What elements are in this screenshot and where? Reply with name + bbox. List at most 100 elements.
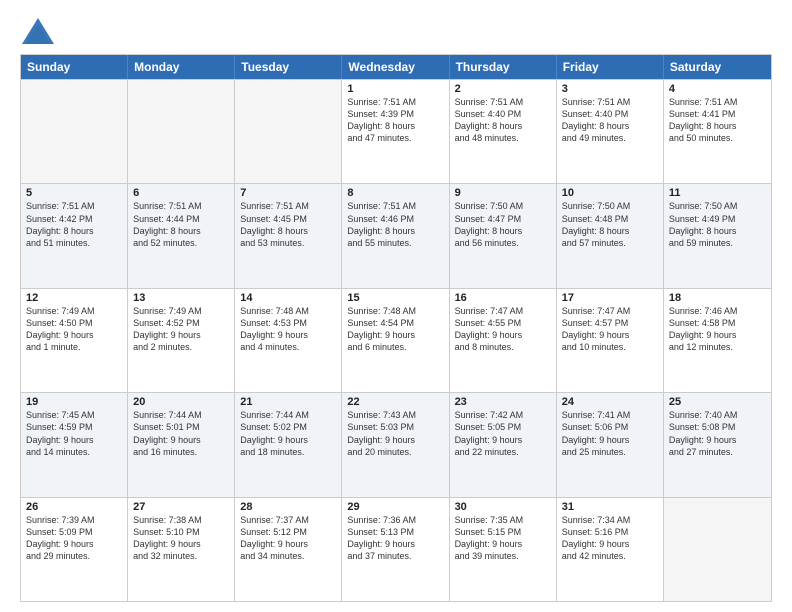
calendar-cell-1-1: 6Sunrise: 7:51 AM Sunset: 4:44 PM Daylig… <box>128 184 235 287</box>
day-number: 4 <box>669 83 766 95</box>
calendar-cell-0-6: 4Sunrise: 7:51 AM Sunset: 4:41 PM Daylig… <box>664 80 771 183</box>
day-info: Sunrise: 7:45 AM Sunset: 4:59 PM Dayligh… <box>26 409 122 458</box>
day-info: Sunrise: 7:51 AM Sunset: 4:42 PM Dayligh… <box>26 200 122 249</box>
weekday-header-saturday: Saturday <box>664 55 771 79</box>
day-info: Sunrise: 7:38 AM Sunset: 5:10 PM Dayligh… <box>133 514 229 563</box>
calendar-cell-3-5: 24Sunrise: 7:41 AM Sunset: 5:06 PM Dayli… <box>557 393 664 496</box>
calendar-row-3: 19Sunrise: 7:45 AM Sunset: 4:59 PM Dayli… <box>21 392 771 496</box>
day-number: 31 <box>562 501 658 513</box>
weekday-header-wednesday: Wednesday <box>342 55 449 79</box>
day-number: 1 <box>347 83 443 95</box>
calendar-cell-1-3: 8Sunrise: 7:51 AM Sunset: 4:46 PM Daylig… <box>342 184 449 287</box>
calendar-body: 1Sunrise: 7:51 AM Sunset: 4:39 PM Daylig… <box>21 79 771 601</box>
day-info: Sunrise: 7:37 AM Sunset: 5:12 PM Dayligh… <box>240 514 336 563</box>
calendar-cell-3-0: 19Sunrise: 7:45 AM Sunset: 4:59 PM Dayli… <box>21 393 128 496</box>
calendar-cell-4-2: 28Sunrise: 7:37 AM Sunset: 5:12 PM Dayli… <box>235 498 342 601</box>
day-info: Sunrise: 7:49 AM Sunset: 4:50 PM Dayligh… <box>26 305 122 354</box>
day-number: 14 <box>240 292 336 304</box>
day-number: 22 <box>347 396 443 408</box>
calendar-cell-2-3: 15Sunrise: 7:48 AM Sunset: 4:54 PM Dayli… <box>342 289 449 392</box>
day-info: Sunrise: 7:51 AM Sunset: 4:46 PM Dayligh… <box>347 200 443 249</box>
calendar-row-2: 12Sunrise: 7:49 AM Sunset: 4:50 PM Dayli… <box>21 288 771 392</box>
day-info: Sunrise: 7:51 AM Sunset: 4:40 PM Dayligh… <box>455 96 551 145</box>
calendar-row-1: 5Sunrise: 7:51 AM Sunset: 4:42 PM Daylig… <box>21 183 771 287</box>
day-info: Sunrise: 7:48 AM Sunset: 4:54 PM Dayligh… <box>347 305 443 354</box>
day-number: 26 <box>26 501 122 513</box>
calendar-cell-1-5: 10Sunrise: 7:50 AM Sunset: 4:48 PM Dayli… <box>557 184 664 287</box>
day-number: 29 <box>347 501 443 513</box>
calendar-cell-3-4: 23Sunrise: 7:42 AM Sunset: 5:05 PM Dayli… <box>450 393 557 496</box>
day-info: Sunrise: 7:42 AM Sunset: 5:05 PM Dayligh… <box>455 409 551 458</box>
day-number: 18 <box>669 292 766 304</box>
day-info: Sunrise: 7:50 AM Sunset: 4:49 PM Dayligh… <box>669 200 766 249</box>
weekday-header-tuesday: Tuesday <box>235 55 342 79</box>
day-number: 6 <box>133 187 229 199</box>
calendar-header: SundayMondayTuesdayWednesdayThursdayFrid… <box>21 55 771 79</box>
calendar-cell-2-6: 18Sunrise: 7:46 AM Sunset: 4:58 PM Dayli… <box>664 289 771 392</box>
calendar-cell-4-1: 27Sunrise: 7:38 AM Sunset: 5:10 PM Dayli… <box>128 498 235 601</box>
calendar-cell-1-6: 11Sunrise: 7:50 AM Sunset: 4:49 PM Dayli… <box>664 184 771 287</box>
day-info: Sunrise: 7:51 AM Sunset: 4:45 PM Dayligh… <box>240 200 336 249</box>
day-number: 17 <box>562 292 658 304</box>
calendar-cell-3-6: 25Sunrise: 7:40 AM Sunset: 5:08 PM Dayli… <box>664 393 771 496</box>
day-info: Sunrise: 7:43 AM Sunset: 5:03 PM Dayligh… <box>347 409 443 458</box>
day-number: 27 <box>133 501 229 513</box>
weekday-header-friday: Friday <box>557 55 664 79</box>
calendar-row-4: 26Sunrise: 7:39 AM Sunset: 5:09 PM Dayli… <box>21 497 771 601</box>
day-number: 30 <box>455 501 551 513</box>
calendar-cell-2-1: 13Sunrise: 7:49 AM Sunset: 4:52 PM Dayli… <box>128 289 235 392</box>
calendar-cell-1-4: 9Sunrise: 7:50 AM Sunset: 4:47 PM Daylig… <box>450 184 557 287</box>
day-info: Sunrise: 7:51 AM Sunset: 4:41 PM Dayligh… <box>669 96 766 145</box>
weekday-header-thursday: Thursday <box>450 55 557 79</box>
calendar-cell-0-1 <box>128 80 235 183</box>
day-info: Sunrise: 7:47 AM Sunset: 4:57 PM Dayligh… <box>562 305 658 354</box>
day-number: 12 <box>26 292 122 304</box>
weekday-header-sunday: Sunday <box>21 55 128 79</box>
day-number: 11 <box>669 187 766 199</box>
day-info: Sunrise: 7:46 AM Sunset: 4:58 PM Dayligh… <box>669 305 766 354</box>
header <box>20 16 772 46</box>
day-number: 20 <box>133 396 229 408</box>
day-number: 9 <box>455 187 551 199</box>
day-number: 8 <box>347 187 443 199</box>
calendar-cell-0-5: 3Sunrise: 7:51 AM Sunset: 4:40 PM Daylig… <box>557 80 664 183</box>
day-number: 7 <box>240 187 336 199</box>
calendar-cell-4-4: 30Sunrise: 7:35 AM Sunset: 5:15 PM Dayli… <box>450 498 557 601</box>
calendar-cell-4-6 <box>664 498 771 601</box>
calendar-cell-4-3: 29Sunrise: 7:36 AM Sunset: 5:13 PM Dayli… <box>342 498 449 601</box>
day-info: Sunrise: 7:44 AM Sunset: 5:02 PM Dayligh… <box>240 409 336 458</box>
day-number: 25 <box>669 396 766 408</box>
calendar-cell-1-2: 7Sunrise: 7:51 AM Sunset: 4:45 PM Daylig… <box>235 184 342 287</box>
day-number: 21 <box>240 396 336 408</box>
day-number: 10 <box>562 187 658 199</box>
weekday-header-monday: Monday <box>128 55 235 79</box>
day-info: Sunrise: 7:47 AM Sunset: 4:55 PM Dayligh… <box>455 305 551 354</box>
day-number: 2 <box>455 83 551 95</box>
day-number: 16 <box>455 292 551 304</box>
calendar-cell-0-0 <box>21 80 128 183</box>
day-info: Sunrise: 7:35 AM Sunset: 5:15 PM Dayligh… <box>455 514 551 563</box>
logo <box>20 16 60 46</box>
day-info: Sunrise: 7:36 AM Sunset: 5:13 PM Dayligh… <box>347 514 443 563</box>
day-number: 24 <box>562 396 658 408</box>
day-info: Sunrise: 7:50 AM Sunset: 4:47 PM Dayligh… <box>455 200 551 249</box>
day-number: 3 <box>562 83 658 95</box>
day-info: Sunrise: 7:51 AM Sunset: 4:40 PM Dayligh… <box>562 96 658 145</box>
calendar-cell-2-0: 12Sunrise: 7:49 AM Sunset: 4:50 PM Dayli… <box>21 289 128 392</box>
day-number: 19 <box>26 396 122 408</box>
day-number: 28 <box>240 501 336 513</box>
calendar-cell-2-4: 16Sunrise: 7:47 AM Sunset: 4:55 PM Dayli… <box>450 289 557 392</box>
day-info: Sunrise: 7:49 AM Sunset: 4:52 PM Dayligh… <box>133 305 229 354</box>
calendar-cell-3-3: 22Sunrise: 7:43 AM Sunset: 5:03 PM Dayli… <box>342 393 449 496</box>
day-number: 5 <box>26 187 122 199</box>
day-number: 15 <box>347 292 443 304</box>
calendar-cell-2-5: 17Sunrise: 7:47 AM Sunset: 4:57 PM Dayli… <box>557 289 664 392</box>
calendar-cell-4-5: 31Sunrise: 7:34 AM Sunset: 5:16 PM Dayli… <box>557 498 664 601</box>
day-info: Sunrise: 7:44 AM Sunset: 5:01 PM Dayligh… <box>133 409 229 458</box>
calendar-row-0: 1Sunrise: 7:51 AM Sunset: 4:39 PM Daylig… <box>21 79 771 183</box>
page: SundayMondayTuesdayWednesdayThursdayFrid… <box>0 0 792 612</box>
day-info: Sunrise: 7:50 AM Sunset: 4:48 PM Dayligh… <box>562 200 658 249</box>
day-info: Sunrise: 7:51 AM Sunset: 4:39 PM Dayligh… <box>347 96 443 145</box>
day-info: Sunrise: 7:39 AM Sunset: 5:09 PM Dayligh… <box>26 514 122 563</box>
calendar-cell-1-0: 5Sunrise: 7:51 AM Sunset: 4:42 PM Daylig… <box>21 184 128 287</box>
